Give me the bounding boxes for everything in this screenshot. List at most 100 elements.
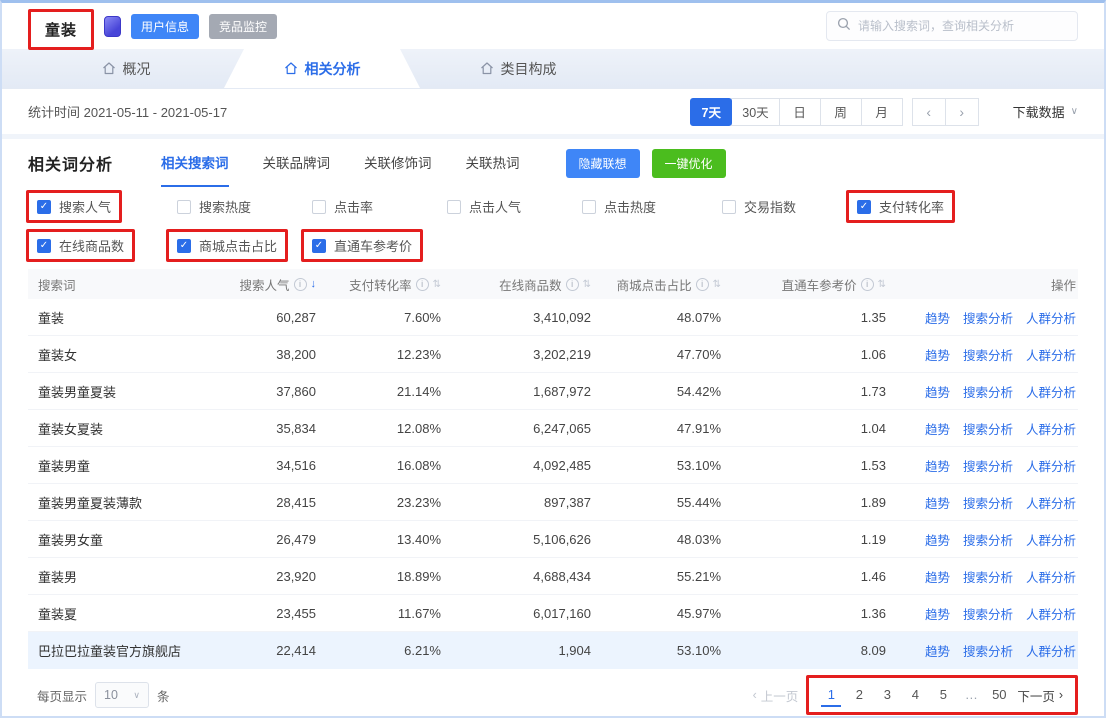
metric-checkbox[interactable]: [447, 200, 461, 214]
metric-checkbox[interactable]: [722, 200, 736, 214]
range-button-7天[interactable]: 7天: [690, 98, 732, 126]
action-link-搜索分析[interactable]: 搜索分析: [963, 604, 1013, 623]
metric-label: 支付转化率: [879, 197, 944, 216]
action-link-人群分析[interactable]: 人群分析: [1026, 456, 1076, 475]
page-number-50[interactable]: 50: [989, 683, 1009, 707]
competitor-monitor-badge[interactable]: 竞品监控: [209, 14, 277, 39]
action-link-搜索分析[interactable]: 搜索分析: [963, 345, 1013, 364]
column-header-2[interactable]: 搜索人气i↓: [228, 275, 318, 294]
action-link-搜索分析[interactable]: 搜索分析: [963, 493, 1013, 512]
nav-tab-1[interactable]: 概况: [28, 49, 224, 88]
action-link-趋势[interactable]: 趋势: [925, 345, 950, 364]
action-link-趋势[interactable]: 趋势: [925, 604, 950, 623]
metric-checkbox[interactable]: [177, 200, 191, 214]
page-number-5[interactable]: 5: [933, 683, 953, 707]
nav-tab-2[interactable]: 相关分析: [224, 49, 420, 88]
range-button-月[interactable]: 月: [861, 98, 903, 126]
value-cell-5: 1.36: [723, 606, 888, 621]
action-link-人群分析[interactable]: 人群分析: [1026, 345, 1076, 364]
search-input[interactable]: [858, 19, 1067, 33]
chevron-down-icon: ∨: [1071, 106, 1078, 117]
actions-cell: 趋势搜索分析人群分析: [888, 345, 1078, 364]
metric-checkbox[interactable]: ✓: [177, 239, 191, 253]
page-size-select[interactable]: 10 ∨: [95, 682, 149, 708]
value-cell-2: 12.08%: [318, 421, 443, 436]
action-link-趋势[interactable]: 趋势: [925, 419, 950, 438]
action-link-搜索分析[interactable]: 搜索分析: [963, 641, 1013, 660]
sort-icon: ⇅: [433, 279, 441, 290]
action-link-搜索分析[interactable]: 搜索分析: [963, 456, 1013, 475]
top-bar: 童装 用户信息 竞品监控: [2, 3, 1104, 49]
action-link-人群分析[interactable]: 人群分析: [1026, 530, 1076, 549]
action-link-趋势[interactable]: 趋势: [925, 308, 950, 327]
action-link-搜索分析[interactable]: 搜索分析: [963, 530, 1013, 549]
column-header-4[interactable]: 在线商品数i⇅: [443, 275, 593, 294]
action-link-趋势[interactable]: 趋势: [925, 567, 950, 586]
metric-label: 在线商品数: [59, 236, 124, 255]
related-words-table: 搜索词搜索人气i↓支付转化率i⇅在线商品数i⇅商城点击占比i⇅直通车参考价i⇅操…: [28, 269, 1078, 669]
value-cell-2: 7.60%: [318, 310, 443, 325]
keyword-cell: 童装男童: [28, 456, 228, 475]
value-cell-4: 48.03%: [593, 532, 723, 547]
section-tab-4[interactable]: 关联热词: [466, 139, 520, 187]
action-link-搜索分析[interactable]: 搜索分析: [963, 308, 1013, 327]
prev-page-button[interactable]: ‹ 上一页: [753, 686, 799, 705]
metric-checkbox[interactable]: ✓: [37, 200, 51, 214]
action-link-人群分析[interactable]: 人群分析: [1026, 641, 1076, 660]
value-cell-3: 3,410,092: [443, 310, 593, 325]
section-tab-1[interactable]: 相关搜索词: [161, 139, 229, 187]
keyword-cell: 童装: [28, 308, 228, 327]
hide-suggest-button[interactable]: 隐藏联想: [566, 149, 640, 178]
metric-checkbox[interactable]: ✓: [857, 200, 871, 214]
action-link-搜索分析[interactable]: 搜索分析: [963, 567, 1013, 586]
value-cell-5: 1.04: [723, 421, 888, 436]
nav-tab-3[interactable]: 类目构成: [420, 49, 616, 88]
metric-checkbox[interactable]: [582, 200, 596, 214]
app-window: 童装 用户信息 竞品监控 概况相关分析类目构成 统计时间 2021-05-11 …: [0, 0, 1106, 718]
page-number-4[interactable]: 4: [905, 683, 925, 707]
date-prev-button[interactable]: ‹: [912, 98, 946, 126]
range-button-30天[interactable]: 30天: [731, 98, 779, 126]
value-cell-2: 21.14%: [318, 384, 443, 399]
column-header-6[interactable]: 直通车参考价i⇅: [723, 275, 888, 294]
section-tab-2[interactable]: 关联品牌词: [263, 139, 331, 187]
search-box[interactable]: [826, 11, 1078, 41]
action-link-趋势[interactable]: 趋势: [925, 530, 950, 549]
action-link-人群分析[interactable]: 人群分析: [1026, 567, 1076, 586]
download-data-button[interactable]: 下载数据 ∨: [1013, 102, 1078, 121]
action-link-人群分析[interactable]: 人群分析: [1026, 604, 1076, 623]
user-info-badge[interactable]: 用户信息: [131, 14, 199, 39]
page-number-1[interactable]: 1: [821, 683, 841, 707]
action-link-趋势[interactable]: 趋势: [925, 493, 950, 512]
metric-checkbox[interactable]: ✓: [312, 239, 326, 253]
table-row: 童装男童夏装薄款28,41523.23%897,38755.44%1.89趋势搜…: [28, 484, 1078, 521]
page-number-2[interactable]: 2: [849, 683, 869, 707]
value-cell-5: 1.53: [723, 458, 888, 473]
action-link-趋势[interactable]: 趋势: [925, 382, 950, 401]
info-icon: i: [861, 278, 874, 291]
date-next-button[interactable]: ›: [945, 98, 979, 126]
action-link-搜索分析[interactable]: 搜索分析: [963, 382, 1013, 401]
column-header-3[interactable]: 支付转化率i⇅: [318, 275, 443, 294]
action-link-趋势[interactable]: 趋势: [925, 641, 950, 660]
action-link-趋势[interactable]: 趋势: [925, 456, 950, 475]
next-page-button[interactable]: 下一页 ›: [1017, 686, 1063, 705]
metric-item: 交易指数: [711, 190, 807, 223]
action-link-人群分析[interactable]: 人群分析: [1026, 493, 1076, 512]
metric-checkbox[interactable]: [312, 200, 326, 214]
range-button-日[interactable]: 日: [779, 98, 821, 126]
range-button-周[interactable]: 周: [820, 98, 862, 126]
page-number-3[interactable]: 3: [877, 683, 897, 707]
action-link-人群分析[interactable]: 人群分析: [1026, 308, 1076, 327]
action-link-人群分析[interactable]: 人群分析: [1026, 419, 1076, 438]
one-click-optimize-button[interactable]: 一键优化: [652, 149, 726, 178]
metric-checkbox[interactable]: ✓: [37, 239, 51, 253]
section-tab-3[interactable]: 关联修饰词: [364, 139, 432, 187]
action-link-人群分析[interactable]: 人群分析: [1026, 382, 1076, 401]
keyword-cell: 童装女夏装: [28, 419, 228, 438]
keyword-cell: 童装男童夏装薄款: [28, 493, 228, 512]
nav-tab-strip: 概况相关分析类目构成: [2, 49, 1104, 89]
column-header-5[interactable]: 商城点击占比i⇅: [593, 275, 723, 294]
sort-desc-icon: ↓: [311, 278, 317, 290]
action-link-搜索分析[interactable]: 搜索分析: [963, 419, 1013, 438]
